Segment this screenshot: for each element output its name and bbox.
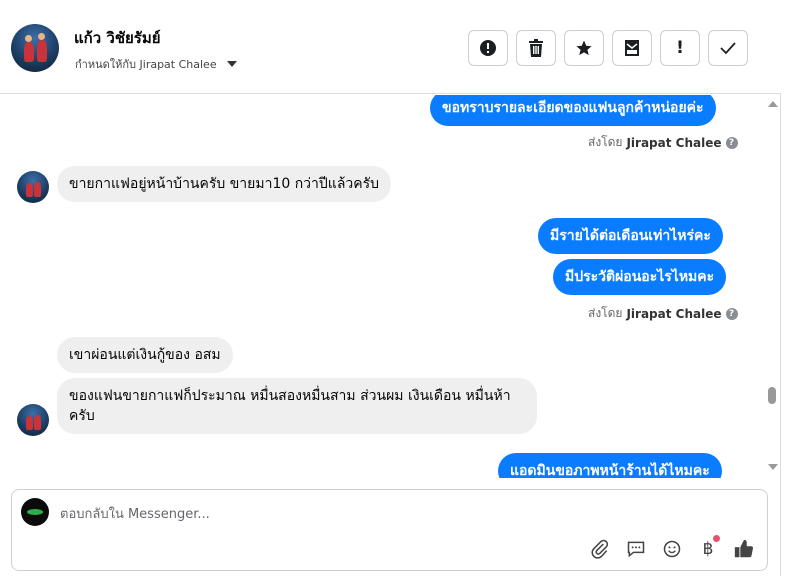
thread-scrollbar[interactable] xyxy=(765,95,779,478)
sent-by-prefix: ส่งโดย xyxy=(588,306,623,320)
sent-by-name: Jirapat Chalee xyxy=(626,135,722,150)
scroll-down-icon[interactable] xyxy=(768,464,778,470)
message-outgoing: ขอทราบรายละเอียดของแฟนลูกค้าหน่อยค่ะ xyxy=(430,95,716,126)
help-icon[interactable]: ? xyxy=(725,136,738,149)
star-icon xyxy=(576,40,592,56)
payment-button[interactable]: ฿ xyxy=(697,535,720,560)
mark-done-button[interactable] xyxy=(708,30,748,66)
paperclip-icon xyxy=(591,539,609,559)
message-incoming: ขายกาแฟอยู่หน้าบ้านครับ ขายมา10 กว่าปีแล… xyxy=(57,166,392,202)
message-outgoing: มีรายได้ต่อเดือนเท่าไหร่คะ xyxy=(538,218,723,254)
caret-down-icon xyxy=(226,61,237,67)
help-icon[interactable]: ? xyxy=(725,307,738,320)
page-avatar xyxy=(21,498,49,526)
message-thread[interactable]: ขอทราบรายละเอียดของแฟนลูกค้าหน่อยค่ะ ส่ง… xyxy=(0,95,765,478)
contact-avatar[interactable] xyxy=(11,24,59,72)
check-icon xyxy=(720,42,736,55)
message-incoming: ของแฟนขายกาแฟก็ประมาณ หมื่นสองหมื่นสาม ส… xyxy=(57,378,537,434)
contact-avatar-small xyxy=(17,404,49,436)
message-outgoing: มีประวัติผ่อนอะไรไหมคะ xyxy=(553,259,727,295)
mark-unread-icon xyxy=(625,40,639,56)
reply-input[interactable] xyxy=(60,504,660,524)
trash-icon xyxy=(529,39,543,57)
contact-avatar-small xyxy=(17,171,49,203)
spam-button[interactable]: ! xyxy=(660,30,700,66)
delete-button[interactable] xyxy=(516,30,556,66)
sent-by-prefix: ส่งโดย xyxy=(588,135,623,149)
sent-by-label: ส่งโดย Jirapat Chalee ? xyxy=(588,133,738,152)
chat-bubble-icon xyxy=(627,541,645,558)
mark-unread-button[interactable] xyxy=(612,30,652,66)
like-button[interactable] xyxy=(733,538,755,560)
attachment-button[interactable] xyxy=(589,538,611,560)
sent-by-label: ส่งโดย Jirapat Chalee ? xyxy=(588,304,738,323)
alert-button[interactable] xyxy=(468,30,508,66)
saved-replies-button[interactable] xyxy=(625,538,647,560)
contact-name[interactable]: แก้ว วิชัยรัมย์ xyxy=(74,26,161,50)
message-incoming: เขาผ่อนแต่เงินกู้ของ อสม xyxy=(57,337,233,373)
composer-actions: ฿ xyxy=(589,535,755,560)
assign-dropdown[interactable]: กำหนดให้กับ Jirapat Chalee xyxy=(75,55,237,73)
assigned-to-label: กำหนดให้กับ Jirapat Chalee xyxy=(75,58,217,71)
conversation-header: แก้ว วิชัยรัมย์ กำหนดให้กับ Jirapat Chal… xyxy=(0,0,781,94)
alert-circle-icon xyxy=(480,40,496,56)
smiley-icon xyxy=(663,540,681,558)
sent-by-name: Jirapat Chalee xyxy=(626,306,722,321)
reply-composer: ฿ xyxy=(11,489,768,571)
exclamation-icon: ! xyxy=(676,38,684,58)
action-toolbar: ! xyxy=(468,30,748,66)
message-outgoing: แอดมินขอภาพหน้าร้านได้ไหมคะ xyxy=(498,453,722,478)
baht-icon: ฿ xyxy=(702,539,714,559)
star-button[interactable] xyxy=(564,30,604,66)
conversation-window: แก้ว วิชัยรัมย์ กำหนดให้กับ Jirapat Chal… xyxy=(0,0,781,576)
emoji-button[interactable] xyxy=(661,538,683,560)
notification-dot xyxy=(713,535,720,542)
scroll-thumb[interactable] xyxy=(768,387,776,404)
scroll-up-icon[interactable] xyxy=(768,101,778,107)
thumbs-up-icon xyxy=(734,539,754,558)
